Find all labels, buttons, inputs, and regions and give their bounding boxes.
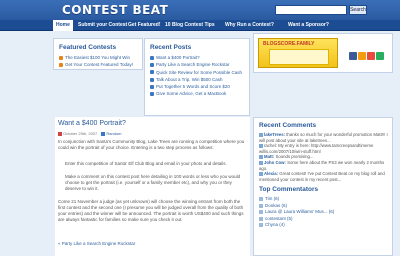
- recent-post-item[interactable]: Quick Site Review for Some Possible Cash: [150, 69, 249, 76]
- comment-item[interactable]: John Cow: Some here about the PS3 we won…: [259, 160, 389, 171]
- nav-why-run-contest[interactable]: Why Run a Contest?: [222, 20, 277, 31]
- comment-icon: [259, 172, 263, 177]
- user-icon: [259, 197, 263, 202]
- post-icon: [150, 55, 154, 60]
- rss-icon[interactable]: [358, 52, 366, 60]
- user-icon: [259, 223, 263, 228]
- comment-icon: [259, 132, 263, 137]
- main-nav: Home Submit your Contest Get Featured! 1…: [0, 20, 400, 31]
- comment-item[interactable]: lakeTrees: thanks so much for your wonde…: [259, 132, 389, 143]
- post-area: Want a $400 Portrait? October 25th, 2007…: [55, 117, 250, 256]
- site-header: CONTEST BEAT Search: [0, 0, 400, 20]
- post-date: October 25th, 2007: [63, 131, 98, 136]
- share-icons: [349, 52, 389, 61]
- recent-post-item[interactable]: Party Like a Search Engine Rockstar: [150, 61, 249, 68]
- user-icon: [259, 210, 263, 215]
- site-logo[interactable]: CONTEST BEAT: [62, 3, 168, 17]
- featured-item[interactable]: Get Your Contest Featured Today!: [59, 61, 142, 68]
- comment-item[interactable]: Alexia: Great contest! I've put Contest …: [259, 171, 389, 182]
- post-icon: [150, 85, 154, 89]
- user-icon: [259, 216, 263, 221]
- recent-post-item[interactable]: Want a $400 Portrait?: [150, 54, 249, 61]
- top-commentators-title: Top Commentators: [259, 186, 319, 194]
- post-title[interactable]: Want a $400 Portrait?: [58, 120, 126, 127]
- recent-posts-box: Recent Posts Want a $400 Portrait? Party…: [144, 38, 250, 116]
- post-meta: October 25th, 2007 Random: [58, 131, 122, 136]
- facebook-icon[interactable]: [349, 52, 357, 60]
- featured-item[interactable]: The Easiest $100 You Might Win: [59, 54, 142, 61]
- sidebar: Recent Comments lakeTrees: thanks so muc…: [253, 117, 393, 256]
- nav-blog-tips[interactable]: 10 Blog Contest Tips: [162, 20, 218, 31]
- comment-icon: [259, 155, 263, 160]
- user-icon: [259, 203, 263, 208]
- post-icon: [150, 77, 154, 82]
- featured-contests-title: Featured Contests: [59, 44, 117, 51]
- comment-icon: [259, 160, 263, 165]
- post-list-item: Make a comment on this contest post here…: [65, 174, 241, 191]
- post-list-item: Enter this competition of Santa' Elf Clu…: [65, 161, 227, 166]
- previous-post-link[interactable]: « Party Like a Search Engine Rockstar: [58, 241, 135, 246]
- ad-text: BLOGSCORE.FAMILY: [263, 41, 315, 47]
- star-icon: [59, 63, 63, 68]
- post-paragraph: In conjunction with Santa's Community Bl…: [58, 139, 245, 150]
- nav-get-featured[interactable]: Get Featured!: [125, 20, 164, 31]
- tag-icon: [101, 131, 106, 136]
- recent-post-item[interactable]: Talk About a Trip, Win $500 Cash: [150, 76, 249, 83]
- ad-graphic: [269, 49, 329, 65]
- nav-home[interactable]: Home: [53, 20, 73, 31]
- post-paragraph: Come 21 November a judge (as yet unknown…: [58, 199, 244, 222]
- search-input[interactable]: [275, 5, 347, 15]
- ad-banner[interactable]: BLOGSCORE.FAMILY: [258, 38, 338, 68]
- nav-want-sponsor[interactable]: Want a Sponsor?: [285, 20, 332, 31]
- post-category[interactable]: Random: [106, 131, 121, 136]
- nav-submit-contest[interactable]: Submit your Contest: [75, 20, 130, 31]
- featured-contests-box: Featured Contests The Easiest $100 You M…: [53, 38, 143, 70]
- recent-comments-title: Recent Comments: [259, 122, 317, 129]
- bookmark-icon[interactable]: [376, 52, 384, 60]
- comment-item[interactable]: rachel: My entry is here: http://www.tam…: [259, 143, 389, 154]
- post-icon: [150, 63, 154, 68]
- calendar-icon: [58, 131, 62, 136]
- recent-posts-title: Recent Posts: [150, 44, 192, 51]
- recent-post-item[interactable]: Give Some Advice, Get a MacBook: [150, 90, 249, 97]
- post-icon: [150, 92, 154, 97]
- digg-icon[interactable]: [367, 52, 375, 60]
- star-icon: [59, 55, 63, 60]
- comment-icon: [259, 144, 263, 149]
- ad-box: BLOGSCORE.FAMILY: [253, 33, 393, 73]
- commentator-item[interactable]: Chyna (4): [259, 222, 392, 229]
- post-icon: [150, 70, 154, 75]
- recent-post-item[interactable]: Put Together 5 Words and Score $20: [150, 83, 249, 90]
- search-button[interactable]: Search: [349, 5, 367, 15]
